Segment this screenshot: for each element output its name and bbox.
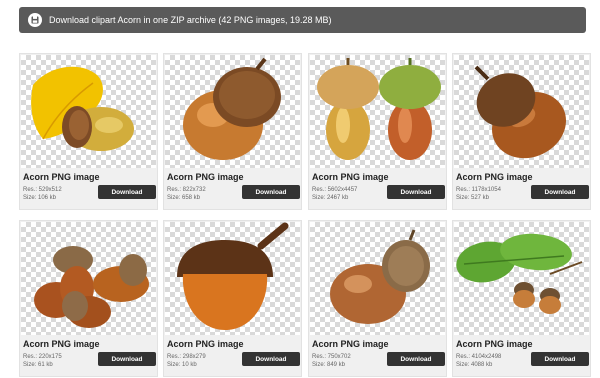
two-acorns-image xyxy=(317,58,441,160)
acorns-with-green-leaves-image xyxy=(456,233,583,314)
acorn-pile-image xyxy=(34,246,149,328)
image-card[interactable]: Acorn PNG image Res.: 529x512 Size: 106 … xyxy=(19,53,158,210)
download-button[interactable]: Download xyxy=(242,352,300,366)
card-title: Acorn PNG image xyxy=(312,172,389,182)
card-title: Acorn PNG image xyxy=(456,172,533,182)
image-thumbnail[interactable] xyxy=(310,222,445,335)
image-filesize: Size: 106 kb xyxy=(23,195,57,201)
image-resolution: Res.: 1178x1054 xyxy=(456,187,501,193)
image-thumbnail[interactable] xyxy=(454,222,589,335)
brown-acorn-image xyxy=(183,57,281,160)
image-filesize: Size: 527 kb xyxy=(456,195,490,201)
card-title: Acorn PNG image xyxy=(23,339,100,349)
card-title: Acorn PNG image xyxy=(167,172,244,182)
image-card[interactable]: Acorn PNG image Res.: 4104x2498 Size: 40… xyxy=(452,220,591,377)
image-filesize: Size: 2467 kb xyxy=(312,195,349,201)
download-button[interactable]: Download xyxy=(387,352,445,366)
acorn-with-yellow-leaf-image xyxy=(31,66,134,151)
image-resolution: Res.: 750x702 xyxy=(312,354,351,360)
image-filesize: Size: 658 kb xyxy=(167,195,201,201)
download-zip-bar[interactable]: Download clipart Acorn in one ZIP archiv… xyxy=(19,7,586,33)
image-resolution: Res.: 220x175 xyxy=(23,354,62,360)
image-thumbnail[interactable] xyxy=(21,222,156,335)
image-thumbnail[interactable] xyxy=(165,222,300,335)
download-button[interactable]: Download xyxy=(98,352,156,366)
download-button[interactable]: Download xyxy=(98,185,156,199)
card-title: Acorn PNG image xyxy=(167,339,244,349)
image-resolution: Res.: 822x732 xyxy=(167,187,206,193)
image-card[interactable]: Acorn PNG image Res.: 750x702 Size: 849 … xyxy=(308,220,447,377)
realistic-acorn-image xyxy=(330,229,430,324)
image-filesize: Size: 849 kb xyxy=(312,362,346,368)
image-card[interactable]: Acorn PNG image Res.: 298x279 Size: 10 k… xyxy=(163,220,302,377)
image-resolution: Res.: 298x279 xyxy=(167,354,206,360)
image-thumbnail[interactable] xyxy=(310,55,445,168)
card-title: Acorn PNG image xyxy=(312,339,389,349)
image-card[interactable]: Acorn PNG image Res.: 220x175 Size: 61 k… xyxy=(19,220,158,377)
download-button[interactable]: Download xyxy=(387,185,445,199)
image-filesize: Size: 4088 kb xyxy=(456,362,493,368)
floppy-disk-icon xyxy=(28,13,42,27)
image-card[interactable]: Acorn PNG image Res.: 1178x1054 Size: 52… xyxy=(452,53,591,210)
image-card[interactable]: Acorn PNG image Res.: 822x732 Size: 658 … xyxy=(163,53,302,210)
image-card[interactable]: Acorn PNG image Res.: 5602x4457 Size: 24… xyxy=(308,53,447,210)
card-title: Acorn PNG image xyxy=(456,339,533,349)
image-thumbnail[interactable] xyxy=(21,55,156,168)
download-zip-text: Download clipart Acorn in one ZIP archiv… xyxy=(49,15,332,25)
tilted-acorn-image xyxy=(474,65,566,159)
download-button[interactable]: Download xyxy=(531,352,589,366)
image-resolution: Res.: 5602x4457 xyxy=(312,187,358,193)
image-filesize: Size: 10 kb xyxy=(167,362,197,368)
card-title: Acorn PNG image xyxy=(23,172,100,182)
download-button[interactable]: Download xyxy=(242,185,300,199)
download-button[interactable]: Download xyxy=(531,185,589,199)
image-resolution: Res.: 529x512 xyxy=(23,187,62,193)
flat-acorn-image xyxy=(177,222,289,330)
image-thumbnail[interactable] xyxy=(165,55,300,168)
image-filesize: Size: 61 kb xyxy=(23,362,53,368)
image-resolution: Res.: 4104x2498 xyxy=(456,354,502,360)
image-thumbnail[interactable] xyxy=(454,55,589,168)
